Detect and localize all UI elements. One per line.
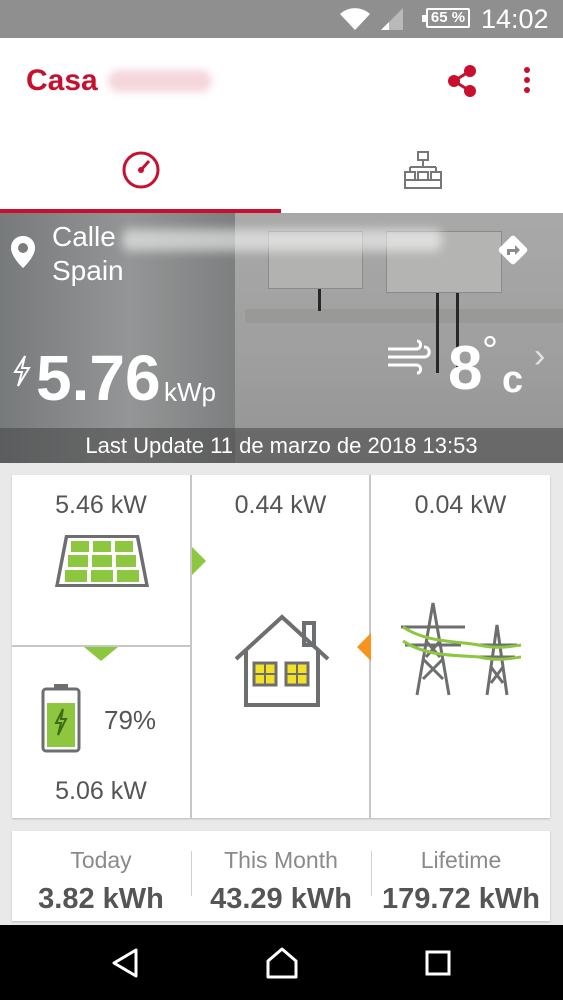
pv-power-value: 5.46 kW [55, 491, 147, 519]
wifi-icon [340, 8, 370, 31]
app-bar: Casa [0, 38, 563, 128]
last-update: Last Update 11 de marzo de 2018 13:53 [0, 428, 563, 463]
wind-icon [388, 339, 431, 375]
stat-lifetime: Lifetime 179.72 kWh [372, 831, 550, 921]
address-line1: Calle [52, 221, 116, 252]
temperature-unit: c [502, 359, 524, 401]
site-hero: Calle Spain 5.76 kWp 8 ° c › Last Update… [0, 213, 563, 463]
grid-towers-icon [401, 602, 522, 696]
battery-status: 65 % [422, 8, 470, 28]
stat-label: This Month [224, 847, 338, 873]
redacted-address [122, 229, 442, 251]
temperature-value: 8 [448, 334, 483, 403]
battery-icon [41, 684, 81, 753]
stat-label: Today [70, 847, 132, 873]
energy-stats-card: Today 3.82 kWh This Month 43.29 kWh Life… [12, 831, 550, 921]
chevron-right-icon[interactable]: › [534, 337, 545, 376]
battery-percent: 79% [104, 705, 157, 735]
recents-icon[interactable] [424, 947, 452, 979]
stat-value: 3.82 kWh [38, 883, 164, 915]
site-title: Casa [26, 64, 98, 97]
system-nav-bar [0, 925, 563, 1000]
stat-value: 43.29 kWh [210, 883, 352, 915]
battery-power-value: 5.06 kW [55, 777, 147, 805]
tab-bar [0, 128, 563, 213]
home-consumption-value: 0.44 kW [234, 491, 327, 519]
flow-arrow-right-icon [192, 547, 206, 575]
home-icon[interactable] [265, 947, 299, 979]
stat-label: Lifetime [420, 847, 502, 873]
share-icon[interactable] [446, 64, 478, 98]
flow-arrow-down-icon [84, 647, 118, 661]
stat-value: 179.72 kWh [382, 883, 540, 915]
tab-layout[interactable] [282, 128, 563, 213]
address-line2: Spain [52, 255, 124, 286]
site-layout-icon [403, 151, 442, 189]
divider [190, 475, 192, 818]
stat-today: Today 3.82 kWh [12, 831, 190, 921]
redacted-site-name [108, 70, 212, 92]
stat-this-month: This Month 43.29 kWh [192, 831, 370, 921]
solar-panel-icon [55, 535, 149, 587]
tab-dashboard[interactable] [0, 128, 281, 213]
grid-power-value: 0.04 kW [414, 491, 507, 519]
peak-power-value: 5.76 [36, 342, 161, 414]
flow-arrow-left-icon [357, 633, 371, 661]
lightning-icon [13, 355, 31, 387]
dashboard-gauge-icon [122, 151, 159, 189]
temperature-degree: ° [482, 329, 498, 373]
house-icon [234, 614, 330, 707]
signal-icon [381, 8, 403, 30]
directions-icon[interactable] [496, 233, 530, 267]
back-icon[interactable] [110, 947, 140, 979]
clock: 14:02 [481, 4, 549, 34]
peak-power-unit: kWp [164, 377, 216, 407]
location-pin-icon [11, 236, 35, 268]
more-vert-icon[interactable] [521, 67, 533, 97]
power-flow-card[interactable]: 5.46 kW 0.44 kW 0.04 kW 79% 5.06 kW [12, 475, 550, 818]
status-bar: 65 % 14:02 [0, 0, 563, 38]
